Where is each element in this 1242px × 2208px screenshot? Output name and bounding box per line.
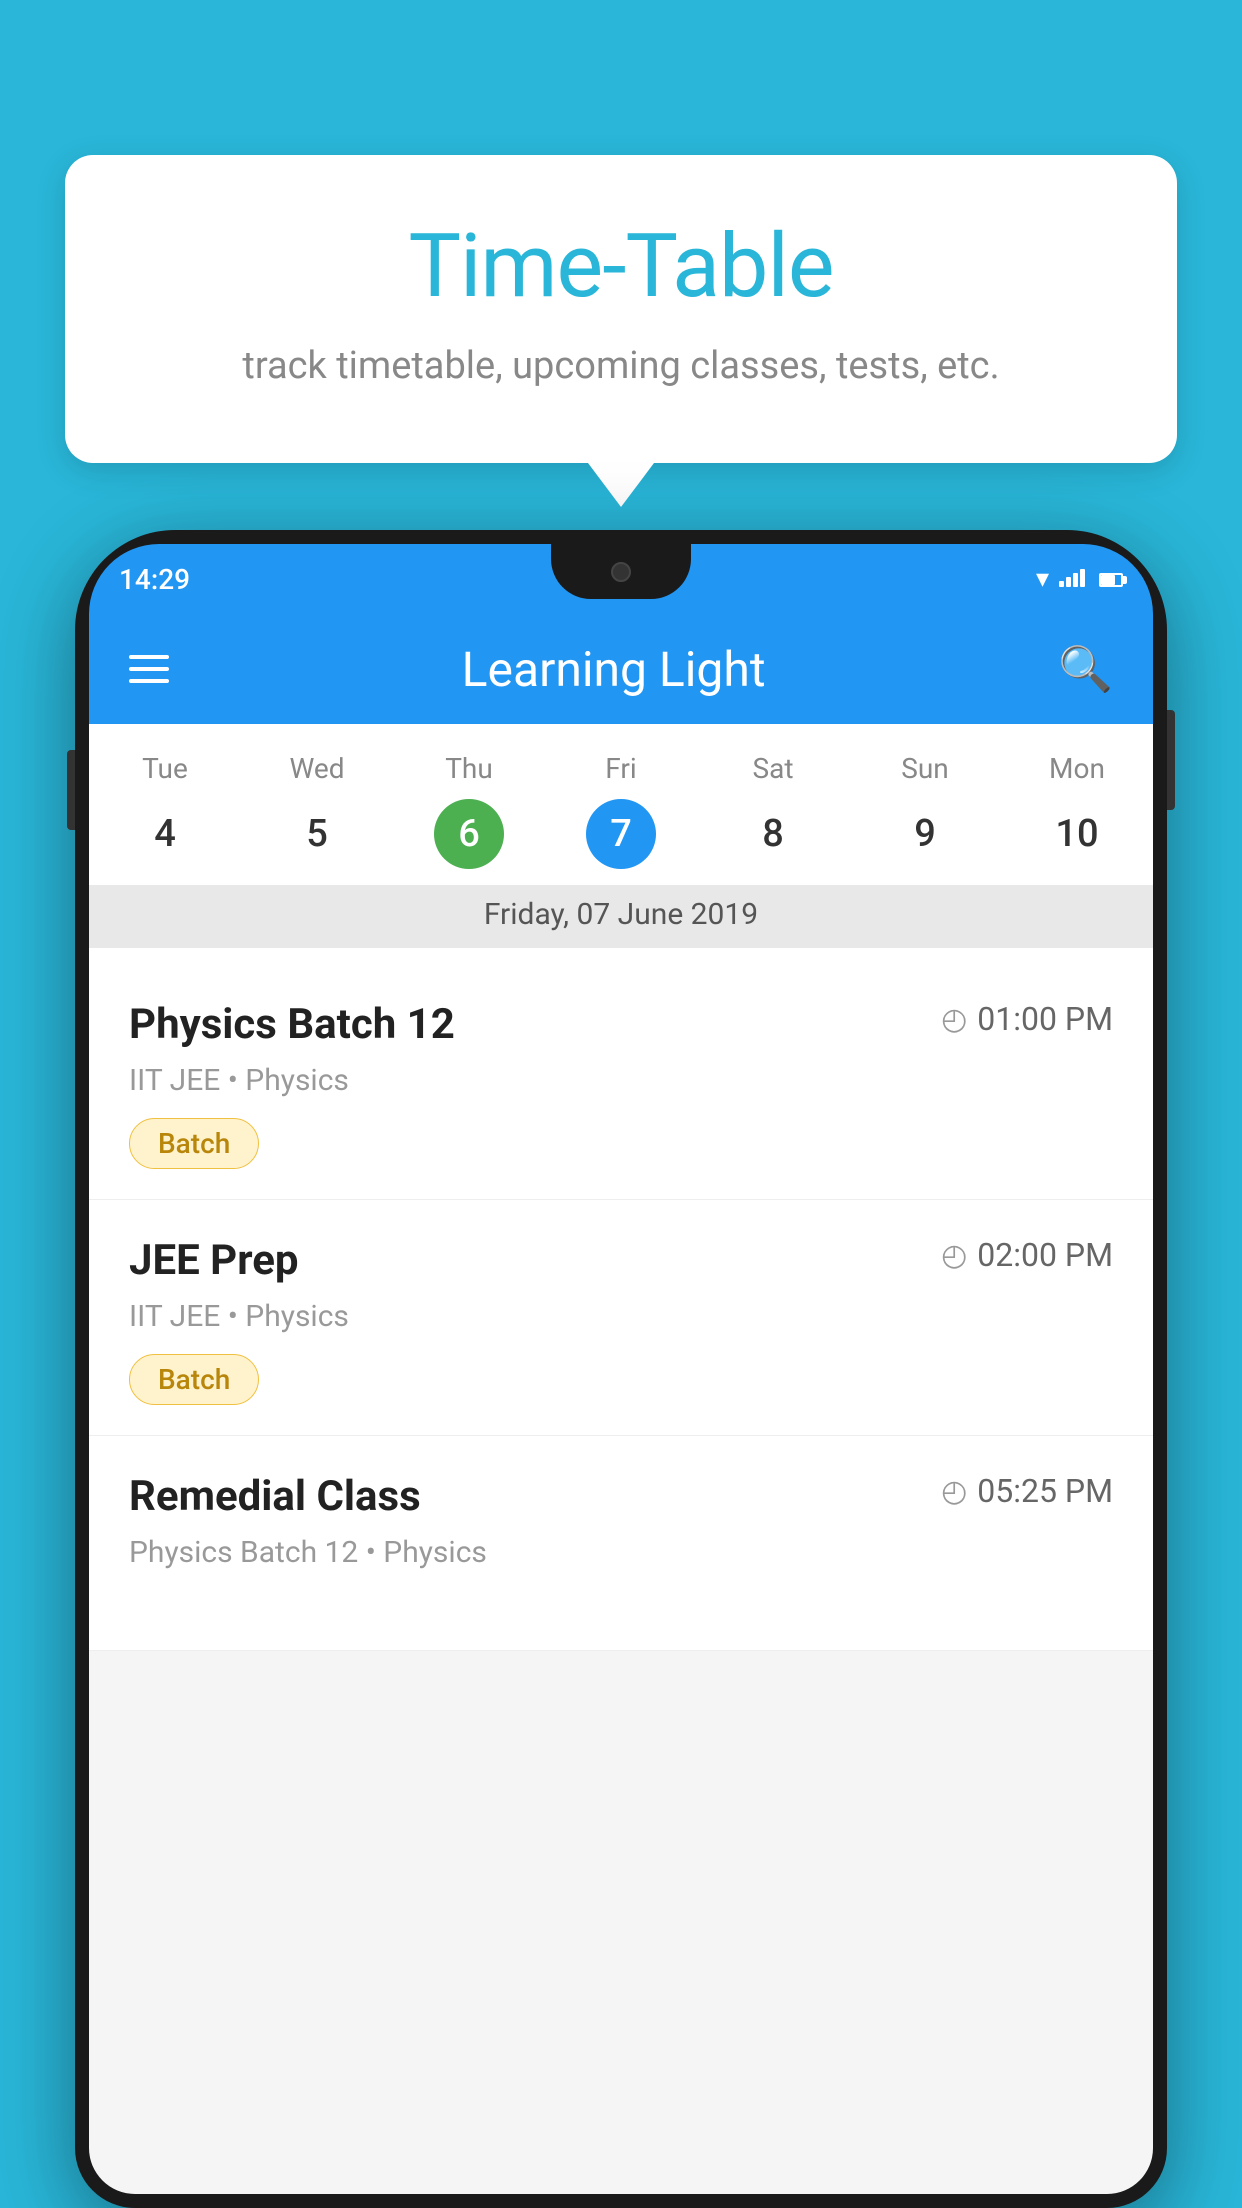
calendar-strip: Tue 4 Wed 5 Thu 6 Fri 7 Sat 8 <box>89 724 1153 964</box>
schedule-item-2-header: JEE Prep ◴ 02:00 PM <box>129 1236 1113 1285</box>
schedule-item-1-header: Physics Batch 12 ◴ 01:00 PM <box>129 1000 1113 1049</box>
calendar-day-fri[interactable]: Fri 7 <box>545 752 697 869</box>
status-bar: 14:29 ▾ <box>89 544 1153 614</box>
signal-icon <box>1059 565 1085 593</box>
tooltip-card: Time-Table track timetable, upcoming cla… <box>65 155 1177 463</box>
schedule-item-1-subject: IIT JEE • Physics <box>129 1063 1113 1098</box>
selected-date-label: Friday, 07 June 2019 <box>89 885 1153 948</box>
day-num-10: 10 <box>1042 799 1112 869</box>
schedule-item-3-time: ◴ 05:25 PM <box>941 1472 1113 1510</box>
calendar-day-sun[interactable]: Sun 9 <box>849 752 1001 869</box>
schedule-item-1-title: Physics Batch 12 <box>129 1000 455 1049</box>
schedule-item-2-time-value: 02:00 PM <box>977 1236 1113 1274</box>
schedule-item-1-time: ◴ 01:00 PM <box>941 1000 1113 1038</box>
day-label-sun: Sun <box>901 752 949 785</box>
day-num-9: 9 <box>890 799 960 869</box>
volume-button-left <box>67 750 75 830</box>
schedule-item-3-time-value: 05:25 PM <box>977 1472 1113 1510</box>
schedule-item-3-title: Remedial Class <box>129 1472 421 1521</box>
schedule-item-2-badge: Batch <box>129 1354 259 1405</box>
tooltip-subtitle: track timetable, upcoming classes, tests… <box>135 340 1107 393</box>
calendar-day-sat[interactable]: Sat 8 <box>697 752 849 869</box>
schedule-item-2[interactable]: JEE Prep ◴ 02:00 PM IIT JEE • Physics Ba… <box>89 1200 1153 1436</box>
status-time: 14:29 <box>119 563 190 596</box>
calendar-days-row: Tue 4 Wed 5 Thu 6 Fri 7 Sat 8 <box>89 752 1153 869</box>
schedule-item-1-badge: Batch <box>129 1118 259 1169</box>
wifi-icon: ▾ <box>1036 564 1049 594</box>
calendar-day-tue[interactable]: Tue 4 <box>89 752 241 869</box>
schedule-item-2-title: JEE Prep <box>129 1236 299 1285</box>
power-button-right <box>1167 710 1175 810</box>
clock-icon-2: ◴ <box>941 1238 967 1273</box>
day-num-5: 5 <box>282 799 352 869</box>
schedule-item-2-subject: IIT JEE • Physics <box>129 1299 1113 1334</box>
schedule-item-3-header: Remedial Class ◴ 05:25 PM <box>129 1472 1113 1521</box>
day-label-mon: Mon <box>1049 752 1105 785</box>
day-num-8: 8 <box>738 799 808 869</box>
day-num-6: 6 <box>434 799 504 869</box>
app-title: Learning Light <box>462 641 766 698</box>
phone-screen: Learning Light 🔍 Tue 4 Wed 5 Thu 6 <box>89 614 1153 2194</box>
phone-frame: 14:29 ▾ <box>75 530 1167 2208</box>
app-header: Learning Light 🔍 <box>89 614 1153 724</box>
calendar-day-wed[interactable]: Wed 5 <box>241 752 393 869</box>
day-label-sat: Sat <box>752 752 793 785</box>
search-button[interactable]: 🔍 <box>1058 643 1113 695</box>
schedule-item-3[interactable]: Remedial Class ◴ 05:25 PM Physics Batch … <box>89 1436 1153 1651</box>
day-label-wed: Wed <box>289 752 344 785</box>
hamburger-menu-button[interactable] <box>129 655 169 683</box>
schedule-item-2-time: ◴ 02:00 PM <box>941 1236 1113 1274</box>
schedule-item-3-subject: Physics Batch 12 • Physics <box>129 1535 1113 1570</box>
tooltip-title: Time-Table <box>135 215 1107 318</box>
schedule-item-1[interactable]: Physics Batch 12 ◴ 01:00 PM IIT JEE • Ph… <box>89 964 1153 1200</box>
schedule-list: Physics Batch 12 ◴ 01:00 PM IIT JEE • Ph… <box>89 964 1153 1651</box>
status-icons: ▾ <box>1036 564 1123 594</box>
clock-icon-3: ◴ <box>941 1474 967 1509</box>
camera <box>611 562 631 582</box>
calendar-day-mon[interactable]: Mon 10 <box>1001 752 1153 869</box>
day-label-thu: Thu <box>445 752 493 785</box>
day-label-fri: Fri <box>605 752 636 785</box>
day-num-7: 7 <box>586 799 656 869</box>
battery-icon <box>1095 565 1123 593</box>
notch <box>551 544 691 599</box>
day-num-4: 4 <box>130 799 200 869</box>
calendar-day-thu[interactable]: Thu 6 <box>393 752 545 869</box>
schedule-item-1-time-value: 01:00 PM <box>977 1000 1113 1038</box>
day-label-tue: Tue <box>142 752 188 785</box>
clock-icon-1: ◴ <box>941 1002 967 1037</box>
